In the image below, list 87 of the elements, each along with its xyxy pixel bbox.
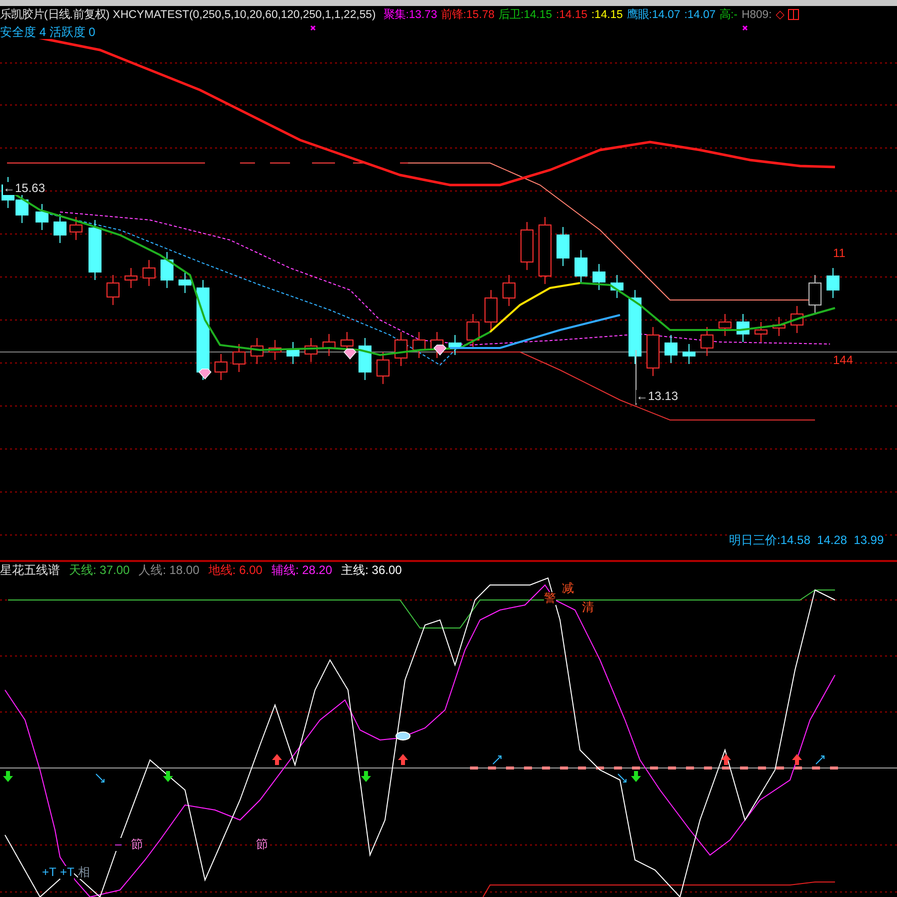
signal-label: 節 [256, 838, 268, 851]
candlestick [754, 322, 768, 342]
candlestick [70, 216, 82, 240]
candlestick [592, 264, 606, 290]
candlestick [556, 226, 570, 266]
gem-icon [396, 732, 410, 740]
gem-icon [344, 348, 356, 360]
candlestick [736, 314, 750, 342]
arrow-up-icon [792, 754, 802, 765]
candlestick [88, 220, 102, 280]
candlestick [610, 274, 624, 298]
signal-label: 清 [582, 601, 594, 614]
price-label: ←15.63 [3, 182, 46, 195]
candlestick [214, 354, 228, 380]
signal-label: – [115, 838, 122, 851]
small-arrow-icon [96, 774, 104, 782]
candlestick [700, 326, 714, 356]
price-label: 11 [833, 247, 846, 260]
candlestick [484, 290, 498, 330]
small-arrow-icon [816, 756, 824, 764]
indicator-title: 星花五线谱 [0, 563, 60, 577]
legend-value: 人线: 18.00 [138, 563, 200, 577]
legend-value: 主线: 36.00 [341, 563, 402, 577]
candlestick [682, 344, 696, 364]
small-arrow-icon [492, 756, 502, 764]
cross-icon [310, 25, 316, 31]
candlestick [178, 272, 192, 294]
candlestick [790, 306, 804, 334]
arrow-down-icon [163, 771, 173, 782]
candlestick [574, 250, 588, 284]
candlestick [106, 274, 120, 306]
forecast-prices: 明日三价:14.58 14.28 13.99 [729, 534, 884, 547]
arrow-up-icon [721, 754, 731, 765]
small-arrow-icon [618, 774, 626, 782]
gem-icon [198, 368, 212, 380]
signal-label: +T [60, 866, 74, 879]
legend-value: ◇ [776, 8, 784, 22]
signal-label: 警 [544, 592, 556, 605]
candlestick [718, 314, 732, 336]
candlestick [250, 338, 264, 364]
legend-value: 鹰眼:14.07 [626, 8, 680, 22]
candlestick [646, 326, 660, 376]
candlestick [232, 344, 246, 372]
candlestick [376, 352, 390, 384]
legend-value: 前锋:15.78 [441, 8, 495, 22]
candlestick [304, 338, 318, 362]
square-icon [788, 9, 800, 20]
signal-label: 相 [78, 866, 90, 879]
candlestick [54, 214, 66, 244]
candlestick [286, 342, 300, 364]
candlestick [664, 334, 678, 364]
arrow-up-icon [398, 754, 408, 765]
candlestick [142, 260, 156, 286]
candlestick [358, 338, 372, 380]
arrow-up-icon [272, 754, 282, 765]
candlestick [538, 216, 552, 284]
legend-value: 辅线: 28.20 [271, 563, 332, 577]
candlestick [448, 334, 462, 356]
candlestick [520, 222, 534, 270]
candlestick [808, 274, 822, 314]
legend-value: 地线: 6.00 [208, 563, 262, 577]
candlestick [394, 332, 408, 366]
arrow-down-icon [361, 771, 371, 782]
arrow-down-icon [3, 771, 13, 782]
candlestick [160, 252, 174, 288]
legend-value: 天线: 37.00 [69, 563, 130, 577]
chart-title: 乐凯胶片(日线.前复权) XHCYMATEST(0,250,5,10,20,60,120,250,1,1,22,55) [0, 8, 376, 22]
candlestick [772, 316, 786, 336]
signal-label: 减 [562, 582, 574, 595]
candlestick [412, 332, 426, 358]
candlestick [826, 268, 840, 298]
signal-label: +T [42, 866, 56, 879]
candlestick [36, 204, 48, 230]
price-label: 144 [833, 354, 854, 367]
candlestick [124, 268, 138, 288]
candlestick [268, 340, 282, 360]
legend-value: 聚集:13.73 [384, 8, 438, 22]
arrow-down-icon [631, 771, 641, 782]
legend-value: 后卫:14.15 [498, 8, 552, 22]
candlestick [466, 314, 480, 348]
signal-label: 節 [131, 838, 143, 851]
gem-icon [434, 344, 446, 356]
candlestick [322, 334, 336, 356]
legend-value: 高:- [720, 8, 738, 22]
candlestick [502, 274, 516, 306]
cross-icon [742, 25, 748, 31]
price-label: ←13.13 [636, 390, 678, 403]
